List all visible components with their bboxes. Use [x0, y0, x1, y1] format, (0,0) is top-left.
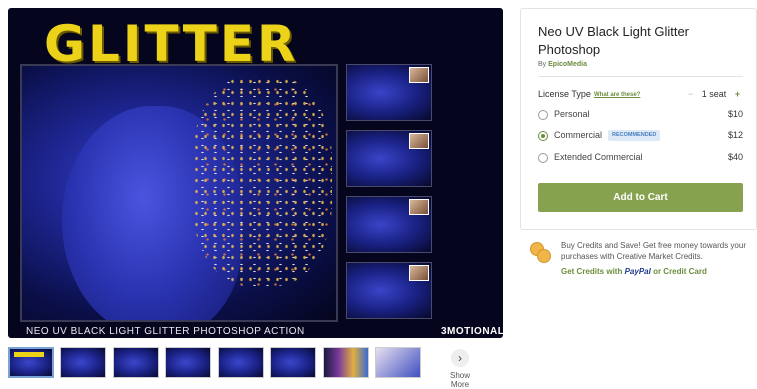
license-option-extended-commercial[interactable]: Extended Commercial $40: [538, 152, 743, 166]
add-to-cart-button[interactable]: Add to Cart: [538, 183, 743, 212]
show-more-label: Show More: [449, 371, 470, 389]
hero-side-image-1: [346, 64, 432, 121]
divider: [538, 76, 743, 77]
gallery-thumbnail[interactable]: [375, 347, 421, 378]
radio-personal[interactable]: [538, 110, 548, 120]
seat-decrement-button[interactable]: −: [688, 89, 693, 99]
radio-extended-commercial[interactable]: [538, 153, 548, 163]
seat-increment-button[interactable]: +: [735, 89, 740, 99]
license-help-link[interactable]: What are these?: [594, 92, 640, 98]
gallery-thumbnail[interactable]: [8, 347, 54, 378]
coins-icon: [530, 242, 552, 264]
gallery-thumbnail[interactable]: [113, 347, 159, 378]
show-more-button[interactable]: › Show More: [440, 349, 480, 389]
hero-glitter: [192, 76, 332, 286]
hero-side-image-4: [346, 262, 432, 319]
get-credits-link[interactable]: Get Credits with PayPal or Credit Card: [561, 267, 707, 276]
chevron-right-icon[interactable]: ›: [451, 349, 469, 367]
license-option-name: Personal: [554, 109, 590, 119]
license-option-name: Extended Commercial: [554, 152, 643, 162]
gallery-thumbnail[interactable]: [270, 347, 316, 378]
paypal-logo: PayPal: [624, 267, 651, 276]
credits-link-prefix: Get Credits with: [561, 267, 623, 276]
hero-brand-logo: 3MOTIONAL: [441, 326, 503, 337]
gallery-thumbnail[interactable]: [60, 347, 106, 378]
hero-main-photo: [20, 64, 338, 322]
by-prefix: By: [538, 61, 547, 68]
hero-caption: NEO UV BLACK LIGHT GLITTER PHOTOSHOP ACT…: [26, 326, 305, 337]
credits-link-suffix: or Credit Card: [653, 267, 707, 276]
license-option-personal[interactable]: Personal $10: [538, 109, 743, 123]
gallery-thumbnail[interactable]: [323, 347, 369, 378]
license-option-price: $12: [727, 130, 743, 140]
purchase-panel: Neo UV Black Light Glitter Photoshop By …: [520, 8, 757, 230]
author-link[interactable]: EpicoMedia: [548, 61, 587, 68]
license-type-label: License Type: [538, 89, 591, 99]
license-option-price: $10: [727, 109, 743, 119]
credits-text: Buy Credits and Save! Get free money tow…: [561, 241, 746, 261]
product-author: By EpicoMedia: [538, 61, 587, 68]
license-option-commercial[interactable]: Commercial RECOMMENDED $12: [538, 130, 743, 144]
seat-stepper: − 1 seat +: [688, 89, 740, 99]
license-option-price: $40: [727, 152, 743, 162]
gallery-thumbnail[interactable]: [165, 347, 211, 378]
credits-promo: Buy Credits and Save! Get free money tow…: [530, 240, 750, 280]
hero-side-image-3: [346, 196, 432, 253]
recommended-badge: RECOMMENDED: [608, 130, 661, 141]
product-title: Neo UV Black Light Glitter Photoshop: [538, 24, 690, 57]
radio-commercial[interactable]: [538, 131, 548, 141]
gallery-thumbnail[interactable]: [218, 347, 264, 378]
seat-count: 1 seat: [701, 89, 727, 99]
product-hero-image[interactable]: GLITTER NEO UV BLACK LIGHT GLITTER PHOTO…: [8, 8, 503, 338]
hero-side-image-2: [346, 130, 432, 187]
license-option-name: Commercial: [554, 130, 603, 140]
